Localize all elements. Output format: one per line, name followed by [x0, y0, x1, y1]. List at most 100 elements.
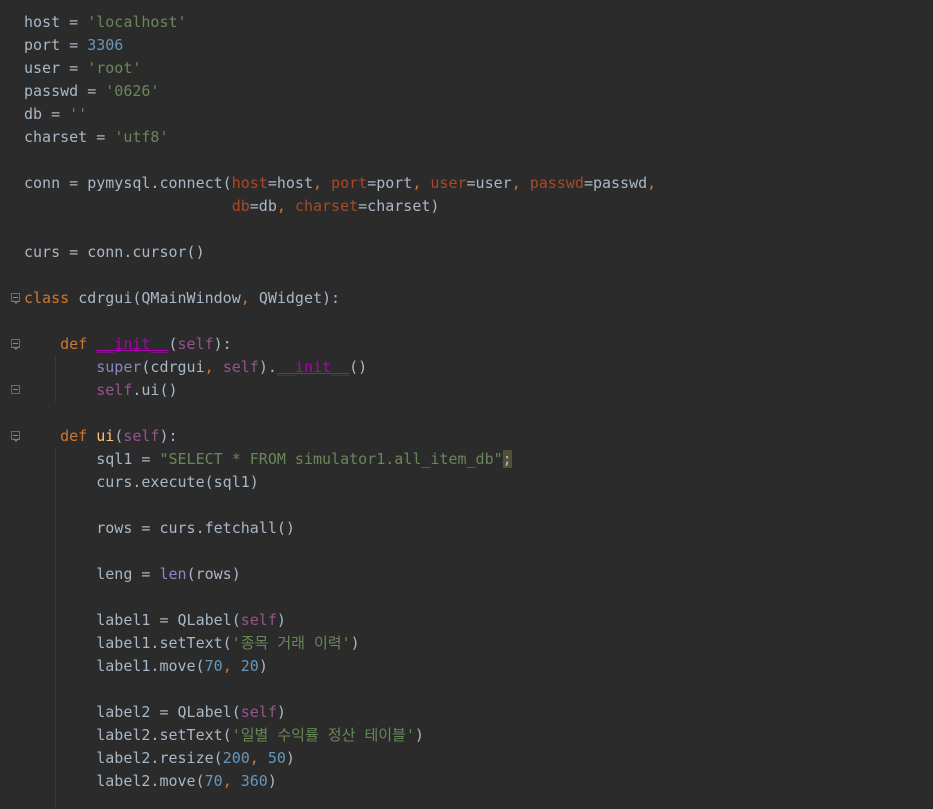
code-token: ( [168, 335, 178, 353]
fold-icon-class[interactable] [11, 293, 20, 302]
code-token: leng = [24, 565, 160, 583]
code-editor[interactable]: host = 'localhost' port = 3306 user = 'roo… [0, 0, 933, 809]
code-token: 50 [267, 749, 286, 767]
code-token: curs = conn.cursor() [24, 243, 205, 261]
code-token: QWidget): [258, 289, 341, 307]
code-token: user [430, 174, 467, 192]
code-line[interactable]: conn = pymysql.connect(host=host, port=p… [24, 172, 656, 195]
code-token: label1.setText( [24, 634, 232, 652]
code-token: super [96, 358, 142, 376]
code-line[interactable]: curs = conn.cursor() [24, 241, 205, 264]
code-token: 'root' [87, 59, 142, 77]
code-token: curs.execute(sql1) [24, 473, 259, 491]
code-line[interactable]: leng = len(rows) [24, 563, 241, 586]
code-token: 360 [240, 772, 268, 790]
code-token: user = [24, 59, 88, 77]
code-token: port = [24, 36, 88, 54]
fold-icon-ui[interactable] [11, 431, 20, 440]
code-line[interactable]: charset = 'utf8' [24, 126, 169, 149]
code-token: , [249, 749, 268, 767]
code-token: passwd = [24, 82, 106, 100]
code-token: db = [24, 105, 70, 123]
code-token: , [204, 358, 223, 376]
code-token: self [240, 703, 277, 721]
code-token: ). [258, 358, 277, 376]
code-token: 70 [204, 657, 223, 675]
code-token: self [240, 611, 277, 629]
code-token: 3306 [87, 36, 124, 54]
code-token: (rows) [186, 565, 241, 583]
code-line[interactable]: def ui(self): [24, 425, 177, 448]
code-line[interactable]: label1.setText('종목 거래 이력') [24, 632, 359, 655]
code-line[interactable]: class cdrgui(QMainWindow, QWidget): [24, 287, 340, 310]
code-token: , [276, 197, 295, 215]
code-token: ) [267, 772, 277, 790]
code-token: '종목 거래 이력' [231, 634, 351, 652]
code-token: 'localhost' [87, 13, 187, 31]
code-token: ) [276, 703, 286, 721]
code-token: , [511, 174, 530, 192]
code-line[interactable]: label2 = QLabel(self) [24, 701, 286, 724]
code-token: '0626' [105, 82, 160, 100]
code-line[interactable]: curs.execute(sql1) [24, 471, 259, 494]
code-token: ( [114, 427, 124, 445]
code-token: 20 [240, 657, 259, 675]
code-token: ): [213, 335, 232, 353]
code-line[interactable]: label2.move(70, 360) [24, 770, 277, 793]
code-token: =user [466, 174, 512, 192]
code-token: =host [267, 174, 313, 192]
code-token: conn = pymysql.connect( [24, 174, 232, 192]
code-token: def [60, 335, 97, 353]
code-token: label1 = QLabel( [24, 611, 241, 629]
code-token: (cdrgui [141, 358, 205, 376]
code-token: host = [24, 13, 88, 31]
code-token: ; [502, 450, 512, 468]
code-line[interactable]: super(cdrgui, self).__init__() [24, 356, 367, 379]
fold-icon-init-end[interactable] [11, 385, 20, 394]
code-token: len [159, 565, 187, 583]
code-line[interactable]: label2.setText('일별 수익률 정산 테이블') [24, 724, 424, 747]
code-line[interactable]: label1.move(70, 20) [24, 655, 268, 678]
code-token: ) [285, 749, 295, 767]
code-line[interactable]: sql1 = "SELECT * FROM simulator1.all_ite… [24, 448, 512, 471]
code-token: =db [249, 197, 277, 215]
code-line[interactable]: label2.resize(200, 50) [24, 747, 295, 770]
code-line[interactable]: self.ui() [24, 379, 178, 402]
code-line[interactable]: user = 'root' [24, 57, 141, 80]
code-line[interactable]: label1 = QLabel(self) [24, 609, 286, 632]
code-token: db [231, 197, 250, 215]
code-token: cdrgui(QMainWindow [78, 289, 241, 307]
code-token: label2 = QLabel( [24, 703, 241, 721]
code-token: class [24, 289, 79, 307]
code-token: def [60, 427, 97, 445]
code-line[interactable]: db=db, charset=charset) [24, 195, 440, 218]
code-token: label2.move( [24, 772, 205, 790]
code-line[interactable]: port = 3306 [24, 34, 123, 57]
code-token: .ui() [132, 381, 178, 399]
code-token: port [331, 174, 368, 192]
code-token: charset = [24, 128, 115, 146]
code-line[interactable]: db = '' [24, 103, 87, 126]
code-token: rows = curs.fetchall() [24, 519, 295, 537]
code-token: =port [367, 174, 413, 192]
code-token: '' [69, 105, 88, 123]
fold-icon-init[interactable] [11, 339, 20, 348]
code-token: passwd [529, 174, 584, 192]
code-token: 200 [222, 749, 250, 767]
code-token: self [96, 381, 133, 399]
code-line[interactable]: rows = curs.fetchall() [24, 517, 295, 540]
code-token: 70 [204, 772, 223, 790]
code-token: ) [258, 657, 268, 675]
code-token: label1.move( [24, 657, 205, 675]
code-token: , [222, 772, 241, 790]
code-line[interactable]: passwd = '0626' [24, 80, 159, 103]
code-token: self [222, 358, 259, 376]
code-token: ) [276, 611, 286, 629]
code-line[interactable]: def __init__(self): [24, 333, 232, 356]
code-token: __init__ [96, 335, 169, 353]
code-line[interactable]: host = 'localhost' [24, 11, 187, 34]
code-token: , [647, 174, 657, 192]
